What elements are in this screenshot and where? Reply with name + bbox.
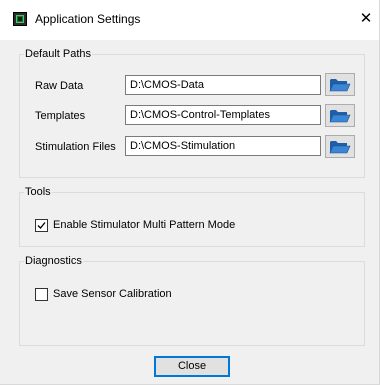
tools-group: Tools [19, 186, 365, 247]
stimulation-files-label: Stimulation Files [35, 141, 116, 153]
settings-dialog: Application Settings ✕ Default Paths Raw… [0, 0, 380, 385]
close-button[interactable]: Close [154, 356, 230, 377]
folder-icon [329, 79, 351, 92]
app-chip-icon [13, 12, 27, 26]
default-paths-legend: Default Paths [25, 48, 92, 60]
save-sensor-calibration-checkbox[interactable] [35, 288, 48, 301]
folder-icon [329, 141, 351, 154]
raw-data-label: Raw Data [35, 80, 84, 92]
enable-stimulator-multi-pattern-label[interactable]: Enable Stimulator Multi Pattern Mode [53, 218, 235, 232]
checkmark-icon [37, 222, 46, 229]
stimulation-files-browse-button[interactable] [325, 135, 355, 158]
templates-browse-button[interactable] [325, 104, 355, 127]
templates-path-field[interactable]: D:\CMOS-Control-Templates [125, 105, 321, 125]
stimulation-files-path-field[interactable]: D:\CMOS-Stimulation [125, 136, 321, 156]
raw-data-browse-button[interactable] [325, 73, 355, 96]
raw-data-path-field[interactable]: D:\CMOS-Data [125, 75, 321, 95]
diagnostics-legend: Diagnostics [25, 255, 82, 267]
folder-icon [329, 110, 351, 123]
templates-label: Templates [35, 110, 86, 122]
title-bar: Application Settings ✕ [0, 0, 379, 40]
window-title: Application Settings [35, 12, 141, 26]
close-window-button[interactable]: ✕ [359, 11, 373, 27]
enable-stimulator-multi-pattern-checkbox[interactable] [35, 219, 48, 232]
save-sensor-calibration-label[interactable]: Save Sensor Calibration [53, 287, 172, 301]
tools-legend: Tools [25, 186, 51, 198]
